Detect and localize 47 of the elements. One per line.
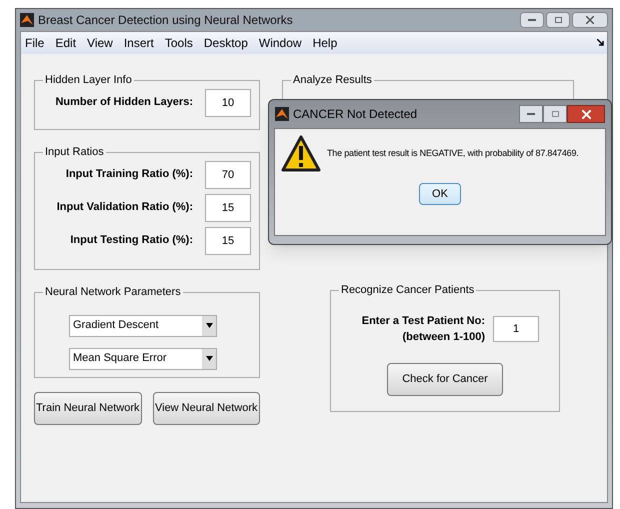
maximize-button[interactable] xyxy=(543,105,567,123)
close-icon xyxy=(586,16,594,24)
field-label: Input Validation Ratio (%): xyxy=(56,200,193,216)
maximize-button[interactable] xyxy=(546,12,570,28)
matlab-logo-icon xyxy=(275,107,289,121)
close-button[interactable] xyxy=(572,12,608,28)
field-label: Number of Hidden Layers: xyxy=(55,95,193,110)
group-title: Neural Network Parameters xyxy=(44,285,182,300)
field-label: Enter a Test Patient No: xyxy=(362,314,485,328)
group-title: Input Ratios xyxy=(44,145,105,160)
matlab-logo-icon xyxy=(20,13,34,27)
minimize-button[interactable] xyxy=(520,12,544,28)
menu-item[interactable]: File xyxy=(25,34,44,52)
menu-item[interactable]: Desktop xyxy=(204,34,248,52)
field-label: Input Testing Ratio (%): xyxy=(70,233,193,248)
field-label: (between 1-100) xyxy=(402,330,485,345)
group-title: Recognize Cancer Patients xyxy=(340,283,476,298)
action-button[interactable]: View Neural Network xyxy=(152,392,260,425)
input-field[interactable]: 15 xyxy=(205,226,251,254)
menu-item[interactable]: View xyxy=(87,34,113,52)
menu-item[interactable]: Tools xyxy=(164,34,193,52)
menu-item[interactable]: Window xyxy=(258,34,302,52)
input-field[interactable]: 15 xyxy=(205,194,251,222)
dropdown[interactable]: Gradient Descent xyxy=(69,314,217,336)
patient-number-field[interactable]: 1 xyxy=(493,316,539,342)
ok-button[interactable]: OK xyxy=(419,183,461,205)
resize-arrow-icon xyxy=(597,39,604,46)
menu-item[interactable]: Help xyxy=(312,34,338,52)
action-button[interactable]: Train Neural Network xyxy=(34,392,142,425)
dropdown-arrow-icon xyxy=(206,356,212,361)
dropdown-arrow-icon xyxy=(206,323,212,328)
window-title: Breast Cancer Detection using Neural Networks xyxy=(38,12,293,29)
input-field[interactable]: 10 xyxy=(205,88,251,116)
dialog-title: CANCER Not Detected xyxy=(293,106,418,123)
input-field[interactable]: 70 xyxy=(205,160,251,188)
field-label: Input Training Ratio (%): xyxy=(66,167,193,182)
menu-item[interactable]: Insert xyxy=(124,34,154,52)
group-title: Analyze Results xyxy=(292,73,373,88)
check-for-cancer-button[interactable]: Check for Cancer xyxy=(387,362,503,396)
dropdown[interactable]: Mean Square Error xyxy=(69,348,217,370)
menu-item[interactable]: Edit xyxy=(55,34,76,52)
close-button[interactable] xyxy=(567,105,605,123)
close-icon xyxy=(582,110,590,118)
minimize-button[interactable] xyxy=(519,105,543,123)
dialog-message: The patient test result is NEGATIVE, with probability of 87.847469. xyxy=(327,147,579,160)
warning-icon xyxy=(281,135,321,173)
group-title: Hidden Layer Info xyxy=(44,73,133,88)
